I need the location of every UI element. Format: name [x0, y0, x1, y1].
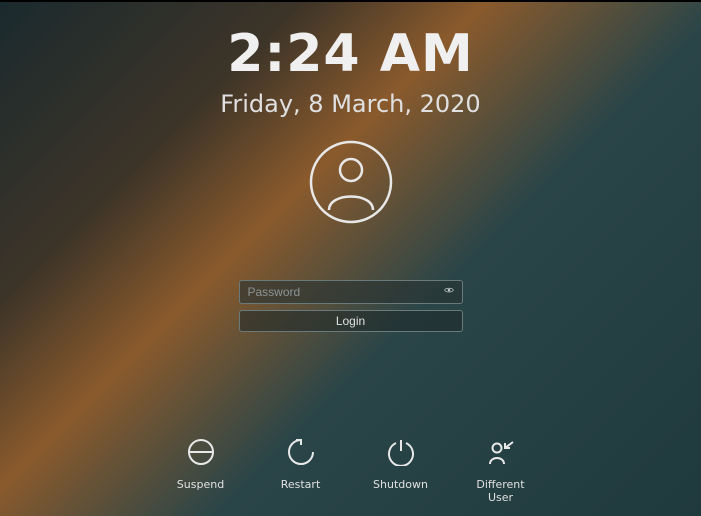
system-actions: Suspend Restart Shutdown [173, 438, 529, 504]
time-display: 2:24 AM [220, 24, 480, 84]
suspend-button[interactable]: Suspend [173, 438, 229, 491]
power-icon [387, 438, 415, 466]
user-avatar [309, 140, 393, 228]
restart-button[interactable]: Restart [273, 438, 329, 491]
login-button[interactable]: Login [239, 310, 463, 332]
restart-label: Restart [281, 478, 321, 491]
reveal-password-icon[interactable] [441, 284, 457, 300]
different-user-label: Different User [473, 478, 529, 504]
date-display: Friday, 8 March, 2020 [220, 90, 480, 118]
different-user-button[interactable]: Different User [473, 438, 529, 504]
switch-user-icon [487, 438, 515, 466]
restart-icon [287, 438, 315, 466]
suspend-label: Suspend [177, 478, 224, 491]
shutdown-button[interactable]: Shutdown [373, 438, 429, 491]
suspend-icon [187, 438, 215, 466]
password-row [239, 280, 463, 304]
login-form: Login [239, 280, 463, 332]
user-avatar-icon [309, 140, 393, 224]
shutdown-label: Shutdown [373, 478, 428, 491]
password-input[interactable] [239, 280, 463, 304]
clock-area: 2:24 AM Friday, 8 March, 2020 [220, 24, 480, 118]
